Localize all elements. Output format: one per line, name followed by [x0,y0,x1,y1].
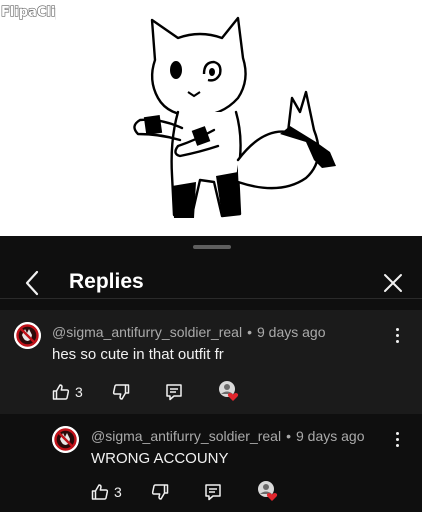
comment-meta: @sigma_antifurry_soldier_real • 9 days ago [52,324,326,340]
thumbs-down-icon [112,384,130,400]
parent-comment: @sigma_antifurry_soldier_real • 9 days ago… [0,310,422,414]
like-count: 3 [114,484,122,500]
chevron-left-icon [25,270,39,296]
dislike-button[interactable] [151,480,169,504]
thumbs-up-icon [52,384,70,400]
creator-heart-badge [218,380,240,402]
comment-text: hes so cute in that outfit fr [52,346,224,363]
reply-comment: @sigma_antifurry_soldier_real • 9 days ago… [0,414,422,512]
reply-button[interactable] [165,380,183,404]
cartoon-cat-drawing [133,16,336,218]
svg-text:FlipaClip: FlipaClip [1,5,56,20]
comment-author[interactable]: @sigma_antifurry_soldier_real [52,324,242,340]
reply-icon [166,384,182,401]
comment-time: 9 days ago [256,324,326,340]
drag-handle[interactable] [193,245,231,249]
close-icon [384,274,402,292]
video-frame[interactable]: FlipaClip [0,0,422,236]
creator-avatar-icon [219,381,239,401]
comment-actions: 3 [52,380,252,404]
no-furry-symbol-avatar [52,426,79,453]
page-title: Replies [69,270,144,293]
thumbs-down-icon [151,484,169,500]
like-button[interactable]: 3 [52,380,83,404]
comment-time: 9 days ago [295,428,365,444]
reply-icon [205,484,221,501]
avatar[interactable] [52,426,79,453]
back-button[interactable] [18,268,46,298]
reply-button[interactable] [204,480,222,504]
close-button[interactable] [378,268,408,298]
replies-sheet: Replies @sigma_antifurry_soldier_real • 9 … [0,236,422,512]
comment-meta: @sigma_antifurry_soldier_real • 9 days ago [91,428,365,444]
no-furry-symbol-avatar [14,322,41,349]
thumbs-up-icon [91,484,109,500]
like-button[interactable]: 3 [91,480,122,504]
dislike-button[interactable] [112,380,130,404]
avatar[interactable] [14,322,41,349]
comment-author[interactable]: @sigma_antifurry_soldier_real [91,428,281,444]
creator-avatar-icon [258,481,278,501]
flipaclip-watermark: FlipaClip [0,4,56,20]
header-divider [0,298,422,299]
creator-heart-badge [257,480,279,502]
more-options-button[interactable] [389,428,405,450]
comment-text: WRONG ACCOUNY [91,450,229,467]
like-count: 3 [75,384,83,400]
comment-actions: 3 [91,480,291,504]
more-options-button[interactable] [389,324,405,346]
